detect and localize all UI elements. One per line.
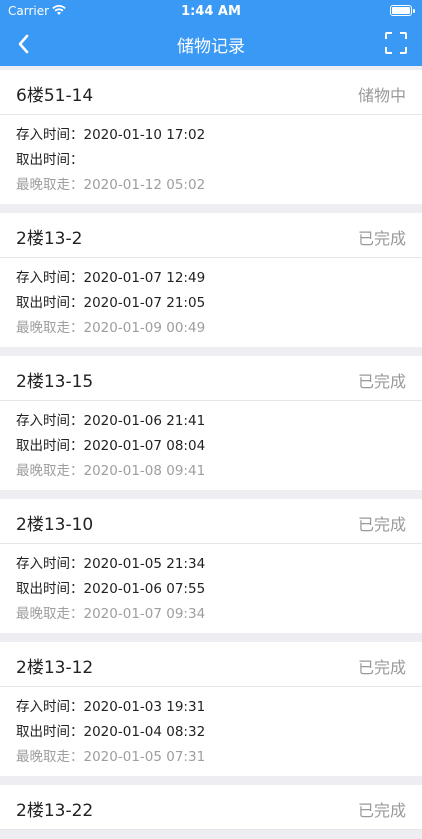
retrieve-row: 取出时间：2020-01-07 08:04: [16, 434, 406, 459]
latest-row: 最晚取走：2020-01-09 00:49: [16, 316, 406, 341]
record-body: 存入时间：2020-01-05 21:34 取出时间：2020-01-06 07…: [0, 544, 422, 633]
record-body: 存入时间：2020-01-10 17:02 取出时间： 最晚取走：2020-01…: [0, 115, 422, 204]
retrieve-label: 取出时间：: [16, 438, 84, 454]
deposit-time: 2020-01-05 21:34: [83, 556, 206, 572]
deposit-time: 2020-01-10 17:02: [83, 127, 206, 143]
retrieve-label: 取出时间：: [16, 295, 84, 311]
retrieve-time: 2020-01-04 08:32: [83, 724, 206, 740]
status-badge: 储物中: [357, 86, 406, 105]
deposit-time: 2020-01-07 12:49: [83, 270, 206, 286]
top-bar: Carrier 1:44 AM 储物记录: [0, 0, 422, 66]
deposit-label: 存入时间：: [16, 699, 84, 715]
latest-time: 2020-01-08 09:41: [83, 463, 206, 479]
record-list: 6楼51-14 储物中 存入时间：2020-01-10 17:02 取出时间： …: [0, 70, 422, 839]
retrieve-time: 2020-01-06 07:55: [83, 581, 206, 597]
status-badge: 已完成: [357, 372, 406, 391]
latest-row: 最晚取走：2020-01-05 07:31: [16, 745, 406, 770]
retrieve-row: 取出时间：2020-01-06 07:55: [16, 577, 406, 602]
latest-row: 最晚取走：2020-01-12 05:02: [16, 173, 406, 198]
retrieve-row: 取出时间：: [16, 148, 406, 173]
locker-title: 2楼13-12: [16, 658, 94, 678]
latest-label: 最晚取走：: [16, 177, 84, 193]
latest-label: 最晚取走：: [16, 606, 84, 622]
latest-row: 最晚取走：2020-01-08 09:41: [16, 459, 406, 484]
deposit-time: 2020-01-03 19:31: [83, 699, 206, 715]
deposit-row: 存入时间：2020-01-03 19:31: [16, 695, 406, 720]
locker-title: 2楼13-10: [16, 515, 94, 535]
scan-icon[interactable]: [384, 31, 408, 55]
locker-title: 2楼13-15: [16, 372, 94, 392]
status-badge: 已完成: [357, 801, 406, 820]
nav-bar: 储物记录: [0, 22, 422, 66]
latest-label: 最晚取走：: [16, 320, 84, 336]
latest-time: 2020-01-07 09:34: [83, 606, 206, 622]
record-card[interactable]: 2楼13-2 已完成 存入时间：2020-01-07 12:49 取出时间：20…: [0, 213, 422, 347]
retrieve-row: 取出时间：2020-01-07 21:05: [16, 291, 406, 316]
record-card[interactable]: 6楼51-14 储物中 存入时间：2020-01-10 17:02 取出时间： …: [0, 70, 422, 204]
record-body: 存入时间：2020-01-07 12:49 取出时间：2020-01-07 21…: [0, 258, 422, 347]
status-bar: Carrier 1:44 AM: [0, 0, 422, 22]
deposit-row: 存入时间：2020-01-05 21:34: [16, 552, 406, 577]
deposit-label: 存入时间：: [16, 413, 84, 429]
status-badge: 已完成: [357, 658, 406, 677]
deposit-label: 存入时间：: [16, 270, 84, 286]
clock: 1:44 AM: [181, 4, 241, 19]
latest-row: 最晚取走：2020-01-07 09:34: [16, 602, 406, 627]
retrieve-label: 取出时间：: [16, 581, 84, 597]
retrieve-time: 2020-01-07 08:04: [83, 438, 206, 454]
record-header: 6楼51-14 储物中: [0, 70, 422, 115]
latest-time: 2020-01-09 00:49: [83, 320, 206, 336]
record-card[interactable]: 2楼13-12 已完成 存入时间：2020-01-03 19:31 取出时间：2…: [0, 642, 422, 776]
record-body: 存入时间：2020-01-06 21:41 取出时间：2020-01-07 08…: [0, 401, 422, 490]
latest-time: 2020-01-12 05:02: [83, 177, 206, 193]
status-badge: 已完成: [357, 515, 406, 534]
status-badge: 已完成: [357, 229, 406, 248]
deposit-time: 2020-01-06 21:41: [83, 413, 206, 429]
record-header: 2楼13-2 已完成: [0, 213, 422, 258]
record-card[interactable]: 2楼13-15 已完成 存入时间：2020-01-06 21:41 取出时间：2…: [0, 356, 422, 490]
deposit-row: 存入时间：2020-01-07 12:49: [16, 266, 406, 291]
locker-title: 2楼13-2: [16, 229, 83, 249]
record-header: 2楼13-22 已完成: [0, 785, 422, 830]
record-body: 存入时间：2020-01-03 19:31 取出时间：2020-01-04 08…: [0, 687, 422, 776]
record-card[interactable]: 2楼13-22 已完成: [0, 785, 422, 830]
battery-icon: [390, 5, 415, 16]
record-header: 2楼13-15 已完成: [0, 356, 422, 401]
deposit-label: 存入时间：: [16, 127, 84, 143]
latest-label: 最晚取走：: [16, 749, 84, 765]
latest-time: 2020-01-05 07:31: [83, 749, 206, 765]
record-header: 2楼13-12 已完成: [0, 642, 422, 687]
deposit-row: 存入时间：2020-01-10 17:02: [16, 123, 406, 148]
retrieve-label: 取出时间：: [16, 724, 84, 740]
page-title: 储物记录: [177, 37, 245, 57]
locker-title: 6楼51-14: [16, 86, 94, 106]
deposit-row: 存入时间：2020-01-06 21:41: [16, 409, 406, 434]
retrieve-time: 2020-01-07 21:05: [83, 295, 206, 311]
latest-label: 最晚取走：: [16, 463, 84, 479]
record-card[interactable]: 2楼13-10 已完成 存入时间：2020-01-05 21:34 取出时间：2…: [0, 499, 422, 633]
retrieve-row: 取出时间：2020-01-04 08:32: [16, 720, 406, 745]
deposit-label: 存入时间：: [16, 556, 84, 572]
record-header: 2楼13-10 已完成: [0, 499, 422, 544]
locker-title: 2楼13-22: [16, 801, 94, 821]
retrieve-label: 取出时间：: [16, 152, 84, 168]
